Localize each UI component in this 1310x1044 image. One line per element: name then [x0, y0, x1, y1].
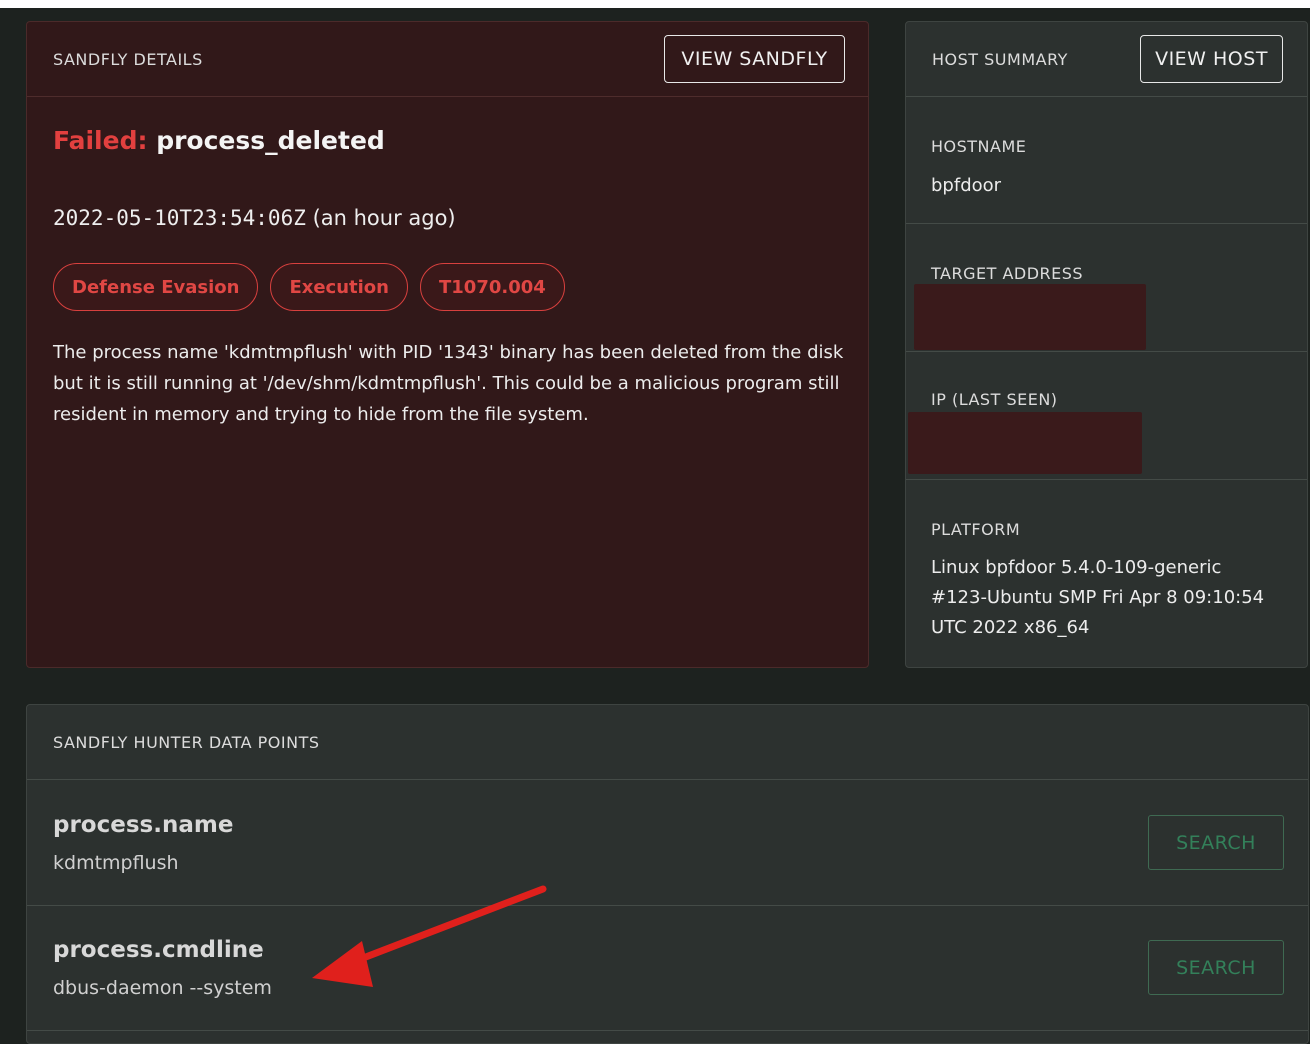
target-address-section: TARGET ADDRESS: [906, 224, 1307, 352]
top-strip: [0, 0, 1310, 8]
alert-description: The process name 'kdmtmpflush' with PID …: [53, 342, 844, 425]
alert-timestamp: 2022-05-10T23:54:06Z (an hour ago): [53, 206, 456, 230]
data-point-value: dbus-daemon --system: [53, 977, 272, 999]
target-address-label: TARGET ADDRESS: [931, 264, 1084, 283]
tag-execution[interactable]: Execution: [270, 263, 408, 311]
timestamp-value: 2022-05-10T23:54:06Z: [53, 206, 306, 230]
tag-t1070-004[interactable]: T1070.004: [420, 263, 565, 311]
ip-label: IP (LAST SEEN): [931, 390, 1058, 409]
failed-status-label: Failed:: [53, 126, 148, 155]
relative-time: (an hour ago): [312, 206, 456, 230]
hostname-section: HOSTNAME bpfdoor: [906, 97, 1307, 224]
tag-list: Defense Evasion Execution T1070.004: [53, 263, 565, 311]
sandfly-details-title: SANDFLY DETAILS: [53, 50, 203, 69]
data-point-value: kdmtmpflush: [53, 852, 179, 874]
platform-section: PLATFORM Linux bpfdoor 5.4.0-109-generic…: [906, 480, 1307, 667]
result-title: Failed: process_deleted: [53, 126, 385, 155]
sandfly-details-card: SANDFLY DETAILS VIEW SANDFLY Failed: pro…: [26, 21, 869, 668]
platform-value: Linux bpfdoor 5.4.0-109-generic #123-Ubu…: [931, 557, 1265, 638]
data-point-key: process.name: [53, 812, 234, 838]
view-sandfly-button[interactable]: VIEW SANDFLY: [664, 35, 845, 83]
view-host-button[interactable]: VIEW HOST: [1140, 35, 1283, 83]
sandfly-name: process_deleted: [156, 126, 385, 155]
search-button[interactable]: SEARCH: [1148, 815, 1284, 870]
hostname-value: bpfdoor: [931, 175, 1002, 196]
platform-label: PLATFORM: [931, 520, 1021, 539]
host-summary-title: HOST SUMMARY: [932, 50, 1068, 69]
data-point-row: process.cmdline dbus-daemon --system SEA…: [27, 905, 1308, 1031]
hunter-data-points-title: SANDFLY HUNTER DATA POINTS: [53, 733, 320, 752]
target-address-redaction: [914, 284, 1146, 350]
host-summary-header: HOST SUMMARY VIEW HOST: [906, 22, 1307, 97]
ip-redaction: [908, 412, 1142, 474]
hunter-data-points-header: SANDFLY HUNTER DATA POINTS: [27, 705, 1308, 780]
data-point-key: process.cmdline: [53, 937, 264, 963]
sandfly-details-header: SANDFLY DETAILS VIEW SANDFLY: [27, 22, 868, 97]
hunter-data-points-card: SANDFLY HUNTER DATA POINTS process.name …: [26, 704, 1309, 1044]
ip-section: IP (LAST SEEN): [906, 352, 1307, 480]
tag-defense-evasion[interactable]: Defense Evasion: [53, 263, 259, 311]
data-point-row: process.name kdmtmpflush SEARCH: [27, 780, 1308, 906]
host-summary-card: HOST SUMMARY VIEW HOST HOSTNAME bpfdoor …: [905, 21, 1308, 668]
hostname-label: HOSTNAME: [931, 137, 1027, 156]
search-button[interactable]: SEARCH: [1148, 940, 1284, 995]
